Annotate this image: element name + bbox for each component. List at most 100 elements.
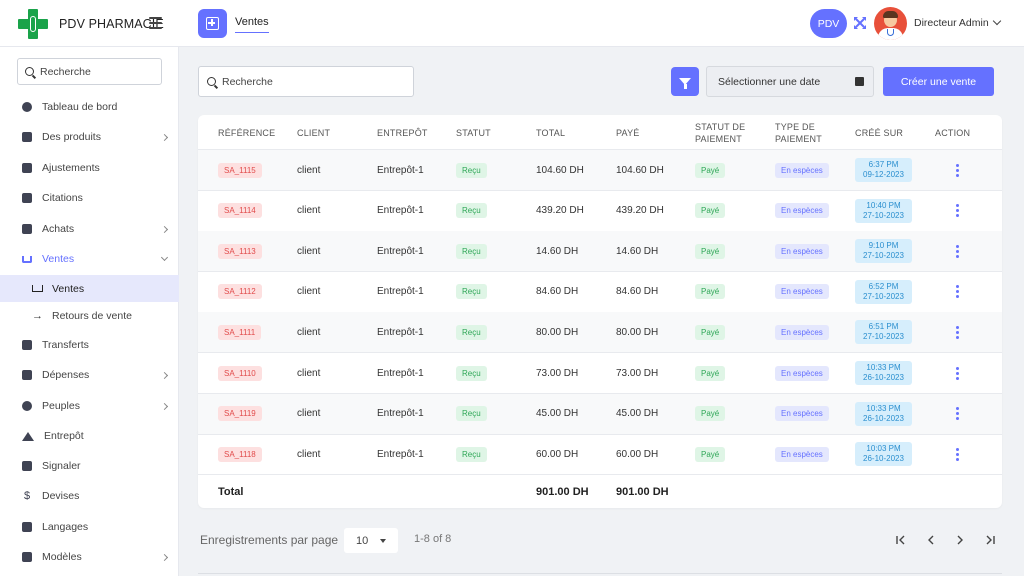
table-row[interactable]: SA_1110 client Entrepôt-1 Reçu 73.00 DH 73.00… — [198, 353, 1002, 394]
more-actions-icon[interactable] — [952, 241, 963, 262]
sidebar-search-input[interactable]: Recherche — [17, 58, 162, 85]
action-cell — [952, 150, 963, 190]
payment-type-cell: En espèces — [775, 272, 829, 312]
table-row[interactable]: SA_1119 client Entrepôt-1 Reçu 45.00 DH 45.00… — [198, 393, 1002, 435]
menu-toggle-icon[interactable] — [149, 17, 162, 29]
per-page-select[interactable]: 10 — [344, 528, 398, 553]
sidebar-item-report[interactable]: Signaler — [0, 452, 179, 480]
sidebar-item-adjustments[interactable]: Ajustements — [0, 154, 179, 182]
created-at-cell: 10:40 PM 27-10-2023 — [855, 191, 912, 231]
tab-ventes[interactable]: Ventes — [235, 16, 269, 33]
sidebar-item-people[interactable]: Peuples — [0, 392, 179, 420]
col-client[interactable]: CLIENT — [297, 115, 330, 150]
chevron-right-icon — [160, 225, 169, 233]
dollar-icon: $ — [23, 490, 31, 502]
more-actions-icon[interactable] — [952, 281, 963, 302]
reference-badge[interactable]: SA_1115 — [218, 162, 262, 178]
client-cell: client — [297, 245, 321, 257]
table-row[interactable]: SA_1118 client Entrepôt-1 Reçu 60.00 DH 60.00… — [198, 434, 1002, 476]
payment-type-badge: En espèces — [775, 324, 829, 340]
sidebar-item-transfers[interactable]: Transferts — [0, 331, 179, 359]
reference-badge[interactable]: SA_1119 — [218, 406, 262, 422]
reference-badge[interactable]: SA_1113 — [218, 243, 262, 259]
search-input[interactable]: Recherche — [198, 66, 414, 97]
sidebar-item-purchases[interactable]: Achats — [0, 215, 179, 243]
reference-badge[interactable]: SA_1118 — [218, 446, 262, 462]
created-time: 6:51 PM — [868, 322, 899, 332]
sidebar-item-dashboard[interactable]: Tableau de bord — [0, 93, 179, 121]
more-actions-icon[interactable] — [952, 200, 963, 221]
sidebar-subitem-sales[interactable]: Ventes — [0, 275, 179, 302]
payment-type-badge: En espèces — [775, 284, 829, 300]
col-warehouse[interactable]: ENTREPÔT — [377, 115, 428, 150]
sidebar-item-expenses[interactable]: Dépenses — [0, 361, 179, 389]
create-sale-button[interactable]: Créer une vente — [883, 67, 994, 96]
sidebar-item-warehouse[interactable]: Entrepôt — [0, 422, 179, 450]
more-actions-icon[interactable] — [952, 444, 963, 465]
col-payment-status-line2: PAIEMENT — [695, 133, 742, 144]
more-actions-icon[interactable] — [952, 403, 963, 424]
sidebar-item-currencies[interactable]: $ Devises — [0, 482, 179, 510]
table-row[interactable]: SA_1112 client Entrepôt-1 Reçu 84.60 DH 84.60… — [198, 272, 1002, 313]
sidebar-item-label: Entrepôt — [44, 430, 84, 442]
warehouse-cell: Entrepôt-1 — [377, 245, 424, 257]
reference-badge[interactable]: SA_1114 — [218, 203, 262, 219]
payment-status-badge: Payé — [695, 365, 726, 381]
prev-page-button[interactable] — [921, 530, 941, 550]
table-row[interactable]: SA_1113 client Entrepôt-1 Reçu 14.60 DH 14.60… — [198, 231, 1002, 273]
date-picker[interactable]: Sélectionner une date — [706, 66, 874, 97]
payment-type-badge: En espèces — [775, 243, 829, 259]
last-page-button[interactable] — [980, 530, 1000, 550]
total-row: Total 901.00 DH 901.00 DH — [198, 475, 1002, 508]
col-payment-status[interactable]: STATUT DE PAIEMENT — [695, 115, 745, 150]
reference-badge[interactable]: SA_1112 — [218, 284, 262, 300]
payment-type-badge: En espèces — [775, 203, 829, 219]
reference-badge[interactable]: SA_1110 — [218, 365, 262, 381]
sales-table: RÉFÉRENCE CLIENT ENTREPÔT STATUT TOTAL P… — [198, 115, 1002, 508]
table-row[interactable]: SA_1114 client Entrepôt-1 Reçu 439.20 DH 439.… — [198, 191, 1002, 232]
sidebar-item-label: Dépenses — [42, 369, 90, 381]
chevron-down-icon — [992, 16, 1001, 26]
col-payment-type[interactable]: TYPE DE PAIEMENT — [775, 115, 822, 150]
sidebar: Recherche Tableau de bord Des produits A… — [0, 47, 179, 576]
templates-icon — [22, 552, 32, 562]
payment-status-badge: Payé — [695, 243, 726, 259]
sidebar-item-templates[interactable]: Modèles — [0, 543, 179, 571]
sidebar-item-languages[interactable]: Langages — [0, 513, 179, 541]
payment-status-cell: Payé — [695, 434, 726, 474]
total-cell: 439.20 DH — [536, 205, 584, 217]
more-actions-icon[interactable] — [952, 160, 963, 181]
new-tab-button[interactable] — [198, 9, 227, 38]
reference-badge[interactable]: SA_1111 — [218, 324, 262, 340]
search-icon — [25, 67, 34, 76]
created-at-cell: 10:33 PM 26-10-2023 — [855, 394, 912, 434]
first-page-button[interactable] — [891, 530, 911, 550]
brand[interactable]: PDV PHARMACIE — [17, 8, 164, 40]
col-total[interactable]: TOTAL — [536, 115, 565, 150]
more-actions-icon[interactable] — [952, 363, 963, 384]
pharmacy-cross-logo — [17, 8, 49, 40]
created-at-badge: 10:33 PM 26-10-2023 — [855, 361, 912, 385]
pdv-button[interactable]: PDV — [810, 9, 847, 38]
sidebar-item-quotations[interactable]: Citations — [0, 184, 179, 212]
col-created-at[interactable]: CRÉÉ SUR — [855, 115, 903, 150]
sidebar-item-products[interactable]: Des produits — [0, 123, 179, 151]
sidebar-item-sales[interactable]: Ventes — [0, 245, 179, 273]
table-row[interactable]: SA_1115 client Entrepôt-1 Reçu 104.60 DH 104.… — [198, 150, 1002, 191]
user-menu[interactable]: Directeur Admin — [914, 16, 1001, 29]
status-cell: Reçu — [456, 272, 487, 312]
more-actions-icon[interactable] — [952, 322, 963, 343]
table-row[interactable]: SA_1111 client Entrepôt-1 Reçu 80.00 DH 80.00… — [198, 312, 1002, 354]
col-status[interactable]: STATUT — [456, 115, 491, 150]
total-cell: 73.00 DH — [536, 367, 579, 379]
sidebar-subitem-sales-returns[interactable]: → Retours de vente — [0, 302, 179, 329]
col-paid[interactable]: PAYÉ — [616, 115, 639, 150]
avatar[interactable] — [874, 7, 907, 40]
filter-button[interactable] — [671, 67, 699, 96]
next-page-button[interactable] — [950, 530, 970, 550]
languages-icon — [22, 522, 32, 532]
fullscreen-icon[interactable] — [853, 16, 867, 30]
col-reference[interactable]: RÉFÉRENCE — [218, 115, 275, 150]
payment-status-cell: Payé — [695, 150, 726, 190]
reference-cell: SA_1110 — [218, 353, 262, 393]
